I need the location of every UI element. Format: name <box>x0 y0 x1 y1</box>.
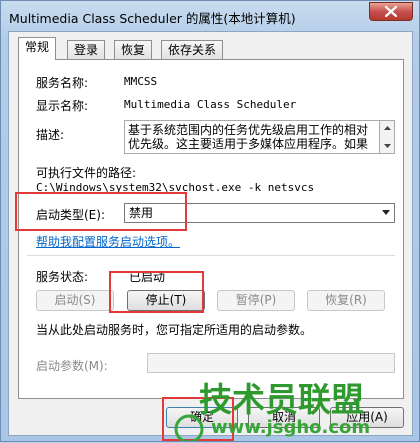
properties-window: Multimedia Class Scheduler 的属性(本地计算机) 常规… <box>0 0 420 442</box>
description-text[interactable]: 基于系统范围内的任务优先级启用工作的相对优先级。这主要适用于多媒体应用程序。如果 <box>124 120 380 154</box>
start-params-input[interactable] <box>147 353 395 373</box>
highlight-stop-button <box>109 271 204 313</box>
divider <box>27 255 395 256</box>
description-label: 描述: <box>36 128 65 142</box>
title-bar[interactable]: Multimedia Class Scheduler 的属性(本地计算机) <box>1 1 419 31</box>
description-scrollbar[interactable] <box>380 120 395 154</box>
watermark-url: www.jsgho.com <box>211 417 371 438</box>
start-button[interactable]: 启动(S) <box>36 290 114 311</box>
service-name-label: 服务名称: <box>36 76 89 90</box>
close-button[interactable] <box>369 2 413 21</box>
highlight-startup-type <box>15 192 187 231</box>
tab-logon[interactable]: 登录 <box>67 40 106 59</box>
watermark-logo-text: 技术员联盟 <box>199 380 364 419</box>
service-name-value: MMCSS <box>124 75 158 88</box>
display-name-label: 显示名称: <box>36 99 89 113</box>
watermark: 技术员联盟 www.jsgho.com <box>171 371 420 443</box>
chevron-down-icon <box>382 210 390 215</box>
close-icon <box>385 6 397 17</box>
service-status-label: 服务状态: <box>36 270 89 284</box>
scroll-down-icon[interactable] <box>380 139 394 153</box>
tab-dependencies[interactable]: 依存关系 <box>161 40 224 59</box>
window-title: Multimedia Class Scheduler 的属性(本地计算机) <box>9 11 296 26</box>
resume-button[interactable]: 恢复(R) <box>307 290 385 311</box>
start-params-label: 启动参数(M): <box>36 359 108 373</box>
tab-recovery[interactable]: 恢复 <box>114 40 153 59</box>
scroll-up-icon[interactable] <box>380 121 394 135</box>
pause-button[interactable]: 暂停(P) <box>217 290 295 311</box>
start-params-hint: 当从此处启动服务时，您可指定所适用的启动参数。 <box>36 323 313 337</box>
exe-path-label: 可执行文件的路径: <box>36 166 137 180</box>
help-configure-link[interactable]: 帮助我配置服务启动选项。 <box>36 233 180 250</box>
display-name-value: Multimedia Class Scheduler <box>124 98 297 111</box>
tab-general[interactable]: 常规 <box>18 37 57 60</box>
